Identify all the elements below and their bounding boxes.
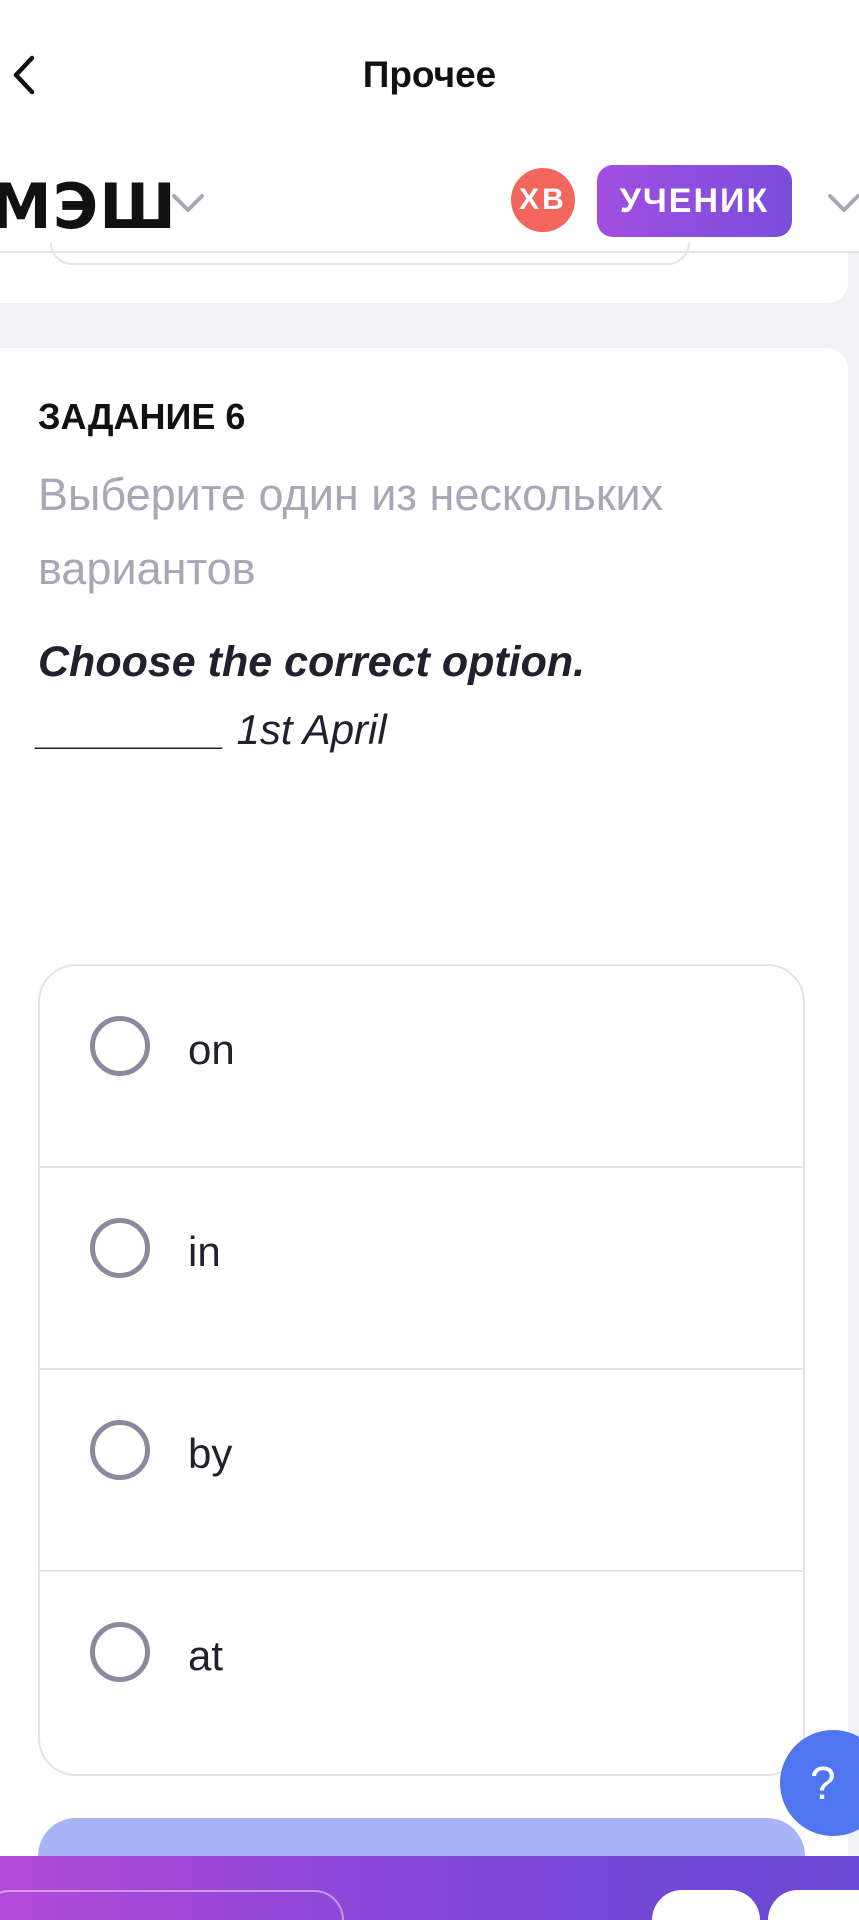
radio-empty-icon[interactable] <box>90 1420 150 1480</box>
option-on[interactable]: on <box>40 966 803 1168</box>
page-title: Прочее <box>362 54 497 95</box>
app-logo[interactable]: МЭШ <box>0 170 177 243</box>
previous-task-field <box>50 243 690 265</box>
role-badge[interactable]: УЧЕНИК <box>597 165 792 237</box>
question-text: ________ 1st April <box>38 706 387 753</box>
radio-empty-icon[interactable] <box>90 1218 150 1278</box>
option-by[interactable]: by <box>40 1370 803 1572</box>
bottom-action-button[interactable] <box>768 1890 859 1920</box>
radio-empty-icon[interactable] <box>90 1622 150 1682</box>
options-list: on in by at <box>38 964 805 1776</box>
task-card: ЗАДАНИЕ 6 Выберите один из нескольких ва… <box>0 348 848 1920</box>
question-title: Choose the correct option. <box>38 638 586 686</box>
option-label: at <box>188 1632 224 1679</box>
bottom-secondary-button[interactable] <box>0 1890 344 1920</box>
option-at[interactable]: at <box>40 1572 803 1774</box>
option-label: by <box>188 1430 233 1477</box>
bottom-bar <box>0 1856 859 1920</box>
avatar[interactable]: ХВ <box>511 168 575 232</box>
option-label: in <box>188 1228 221 1275</box>
task-instruction: Выберите один из нескольких вариантов <box>38 469 664 594</box>
option-in[interactable]: in <box>40 1168 803 1370</box>
task-number: ЗАДАНИЕ 6 <box>38 396 246 437</box>
chevron-down-icon[interactable] <box>826 190 859 216</box>
radio-empty-icon[interactable] <box>90 1016 150 1076</box>
nav-bar: Прочее <box>0 0 859 150</box>
option-label: on <box>188 1026 235 1073</box>
chevron-down-icon[interactable] <box>170 190 206 216</box>
previous-task-card <box>0 243 848 303</box>
app-header: МЭШ ХВ УЧЕНИК <box>0 150 859 253</box>
bottom-action-button[interactable] <box>652 1890 760 1920</box>
